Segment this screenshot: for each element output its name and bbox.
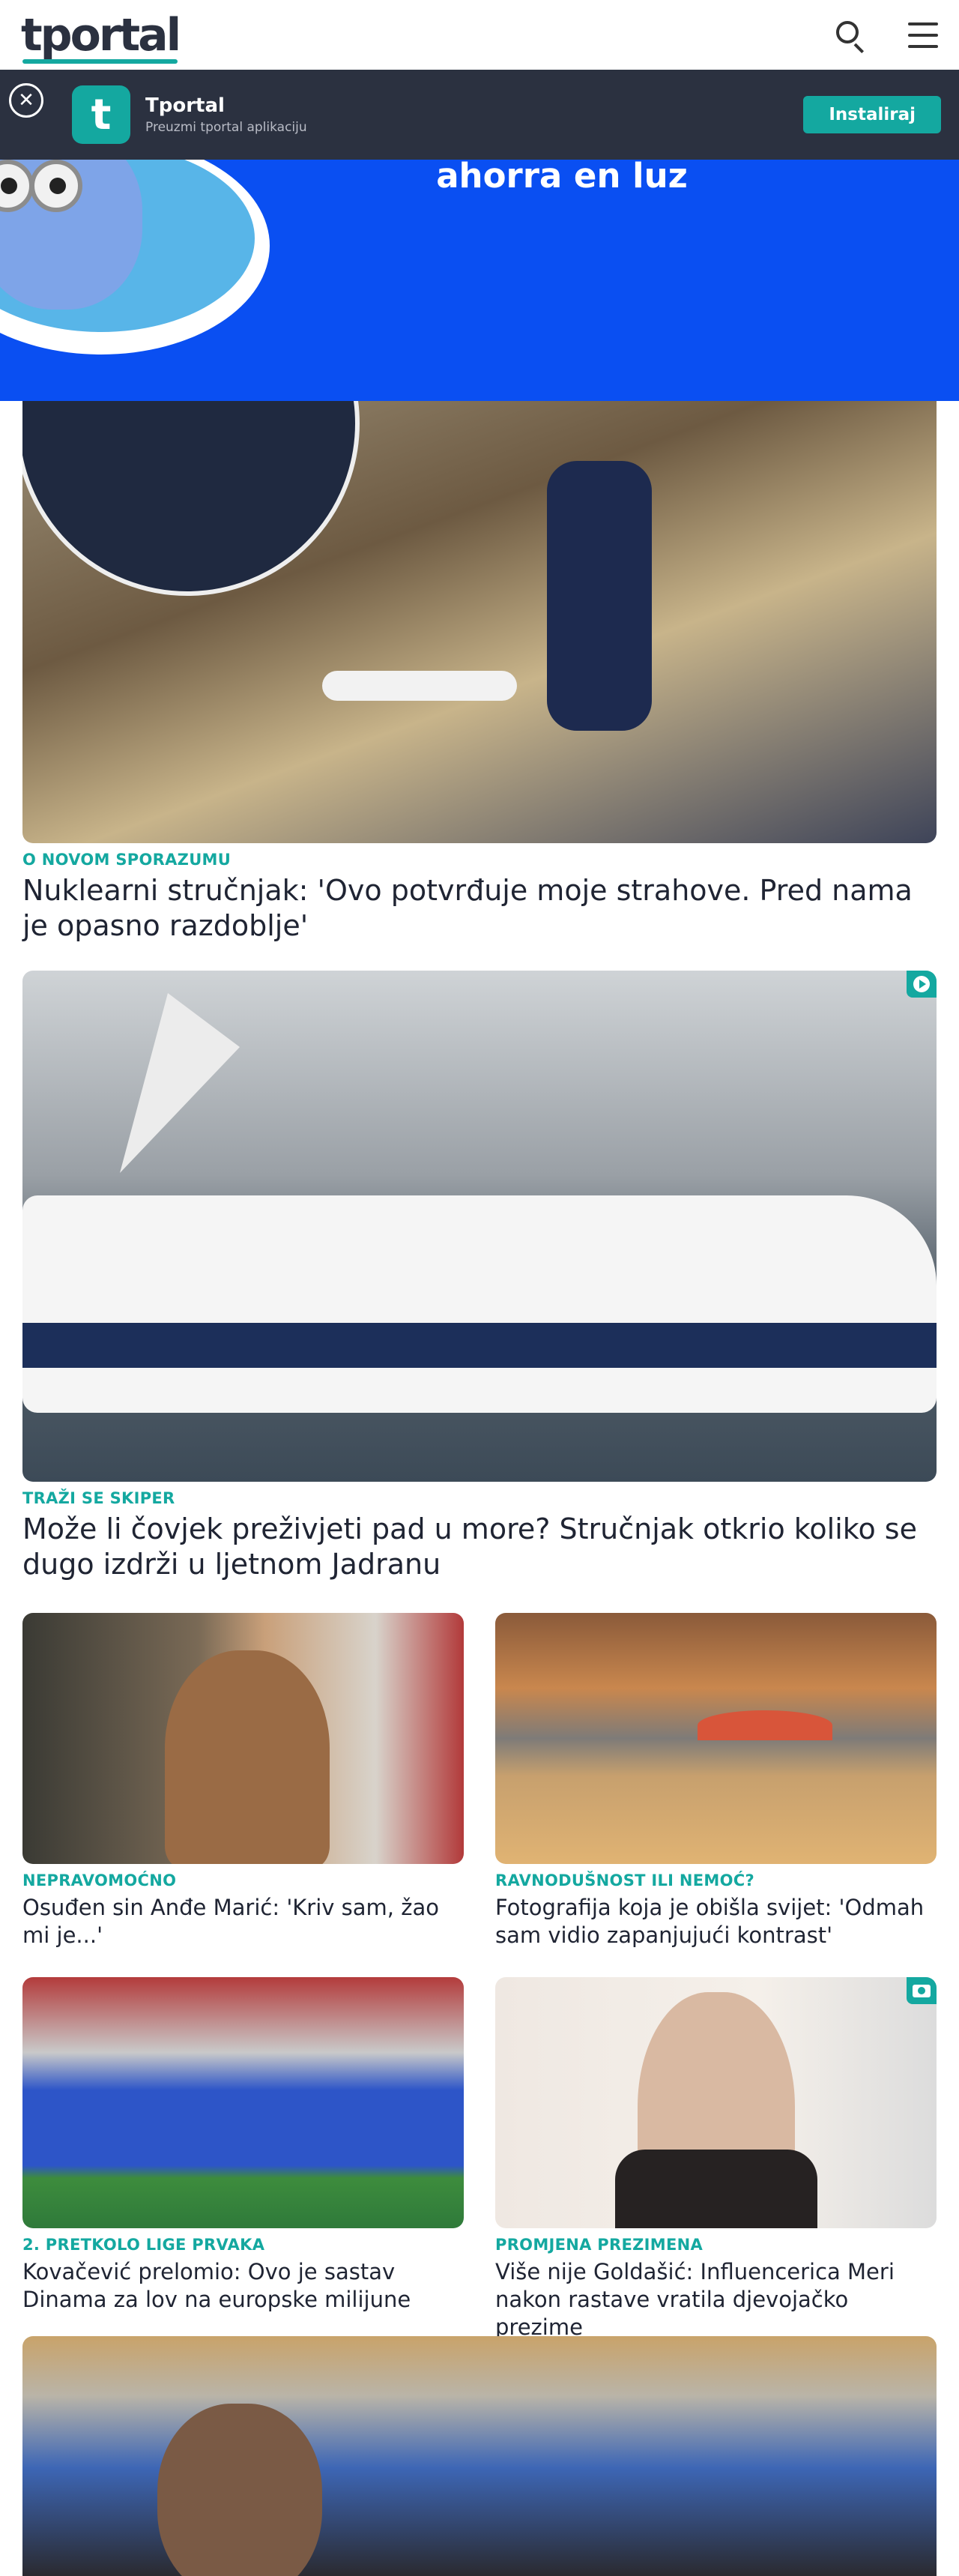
jacket-shape bbox=[615, 2150, 817, 2228]
tportal-logo[interactable]: tportal bbox=[21, 13, 181, 64]
figure-shape bbox=[547, 461, 652, 731]
install-button[interactable]: Instaliraj bbox=[803, 96, 941, 133]
close-icon[interactable]: ✕ bbox=[9, 83, 43, 118]
menu-icon[interactable] bbox=[908, 22, 938, 48]
app-text: Tportal Preuzmi tportal aplikaciju bbox=[145, 94, 803, 135]
article-title[interactable]: Nuklearni stručnjak: 'Ovo potvrđuje moje… bbox=[22, 873, 937, 944]
article-image[interactable] bbox=[22, 401, 937, 843]
article-card[interactable]: NEPRAVOMOĆNO Osuđen sin Anđe Marić: 'Kri… bbox=[22, 1613, 464, 1949]
logo-text: tportal bbox=[21, 8, 181, 61]
article-category[interactable]: NEPRAVOMOĆNO bbox=[22, 1871, 464, 1889]
site-header: tportal bbox=[0, 0, 959, 70]
article-card[interactable]: TRAŽI SE SKIPER Može li čovjek preživjet… bbox=[22, 971, 937, 1582]
article-title[interactable]: Više nije Goldašić: Influencerica Meri n… bbox=[495, 2258, 937, 2341]
article-card[interactable] bbox=[22, 2336, 937, 2576]
article-card[interactable]: PROMJENA PREZIMENA Više nije Goldašić: I… bbox=[495, 1977, 937, 2341]
boat-stripe bbox=[22, 1323, 937, 1368]
article-image[interactable] bbox=[22, 971, 937, 1482]
gallery-badge bbox=[907, 1977, 937, 2004]
umbrella-shape bbox=[698, 1710, 832, 1740]
ad-text: ahorra en luz bbox=[436, 160, 688, 196]
article-category[interactable]: 2. PRETKOLO LIGE PRVAKA bbox=[22, 2236, 464, 2254]
header-icons bbox=[835, 19, 938, 53]
logo-underline bbox=[22, 58, 178, 64]
app-subtitle: Preuzmi tportal aplikaciju bbox=[145, 120, 307, 135]
article-card[interactable]: RAVNODUŠNOST ILI NEMOĆ? Fotografija koja… bbox=[495, 1613, 937, 1949]
article-title[interactable]: Osuđen sin Anđe Marić: 'Kriv sam, žao mi… bbox=[22, 1894, 464, 1949]
article-image[interactable] bbox=[22, 1613, 464, 1864]
app-name: Tportal bbox=[145, 94, 225, 117]
search-icon[interactable] bbox=[835, 19, 866, 53]
person-shape bbox=[165, 1650, 330, 1864]
article-card[interactable]: 2. PRETKOLO LIGE PRVAKA Kovačević prelom… bbox=[22, 1977, 464, 2314]
boat-shape bbox=[22, 1195, 937, 1413]
article-category[interactable]: O NOVOM SPORAZUMU bbox=[22, 851, 937, 869]
plane-model-shape bbox=[322, 671, 517, 701]
inset-image bbox=[22, 401, 360, 596]
article-card[interactable]: O NOVOM SPORAZUMU Nuklearni stručnjak: '… bbox=[22, 401, 937, 944]
camera-icon bbox=[913, 1984, 931, 1997]
person-shape bbox=[157, 2404, 322, 2576]
article-image[interactable] bbox=[22, 1977, 464, 2228]
article-image[interactable] bbox=[495, 1613, 937, 1864]
ad-banner[interactable]: ahorra en luz bbox=[0, 160, 959, 401]
article-title[interactable]: Fotografija koja je obišla svijet: 'Odma… bbox=[495, 1894, 937, 1949]
article-category[interactable]: TRAŽI SE SKIPER bbox=[22, 1489, 937, 1507]
app-icon: t bbox=[72, 85, 130, 144]
article-title[interactable]: Kovačević prelomio: Ovo je sastav Dinama… bbox=[22, 2258, 464, 2314]
sail-shape bbox=[120, 993, 240, 1173]
play-icon bbox=[913, 976, 930, 992]
article-category[interactable]: PROMJENA PREZIMENA bbox=[495, 2236, 937, 2254]
app-install-banner: ✕ t Tportal Preuzmi tportal aplikaciju I… bbox=[0, 70, 959, 160]
article-image[interactable] bbox=[495, 1977, 937, 2228]
article-title[interactable]: Može li čovjek preživjeti pad u more? St… bbox=[22, 1512, 937, 1582]
video-badge bbox=[907, 971, 937, 998]
article-category[interactable]: RAVNODUŠNOST ILI NEMOĆ? bbox=[495, 1871, 937, 1889]
article-image[interactable] bbox=[22, 2336, 937, 2576]
